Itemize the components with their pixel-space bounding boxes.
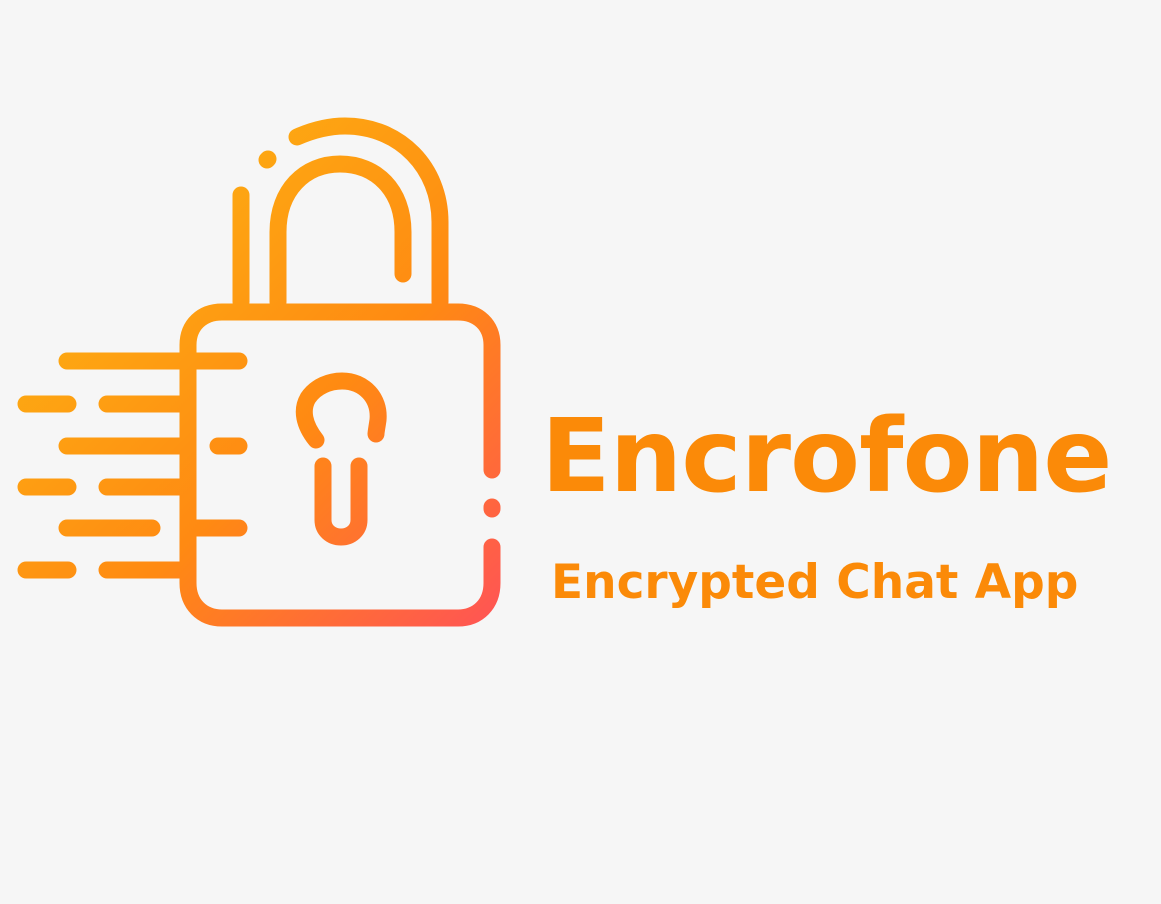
brand-name: Encrofone — [541, 397, 1112, 516]
brand-tagline: Encrypted Chat App — [551, 555, 1079, 610]
keyhole — [295, 372, 387, 546]
logo-canvas: Encrofone Encrypted Chat App — [0, 0, 1161, 904]
shackle-outer-arc — [288, 117, 449, 311]
shackle-inner — [269, 155, 412, 311]
shackle-outer-dot — [258, 150, 277, 169]
